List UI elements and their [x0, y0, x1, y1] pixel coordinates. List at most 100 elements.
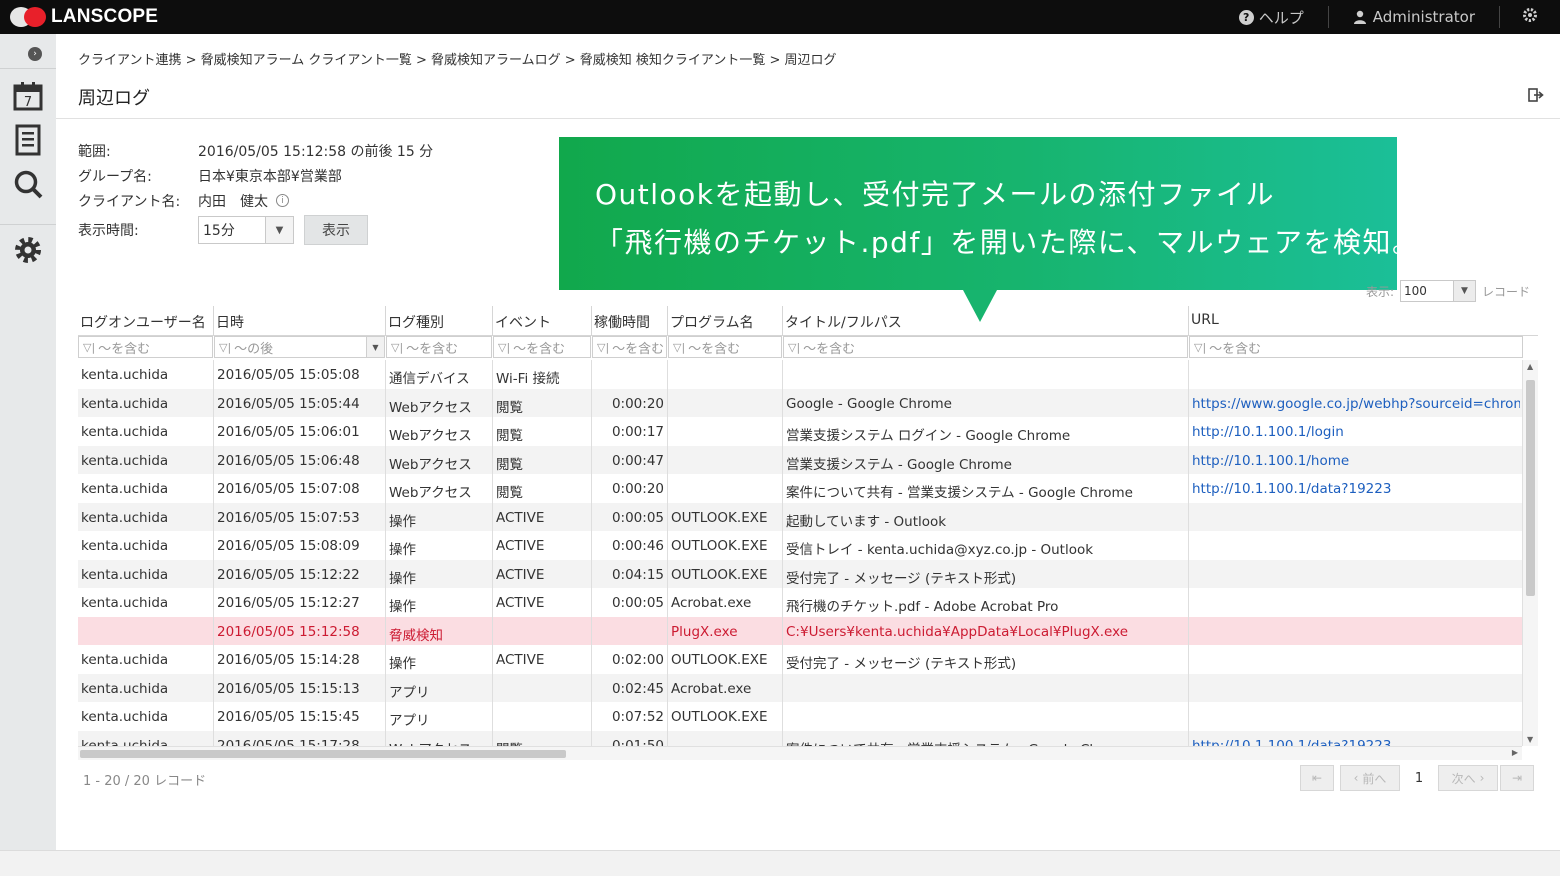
column-header-program[interactable]: プログラム名: [670, 312, 754, 332]
filter-input-program[interactable]: ▽| ～を含む: [668, 336, 782, 358]
column-header-user[interactable]: ログオンユーザー名: [80, 312, 206, 332]
table-row[interactable]: kenta.uchida 2016/05/05 15:07:53 操作 ACTIVE 0…: [78, 502, 1522, 531]
table-row[interactable]: kenta.uchida 2016/05/05 15:17:28 Webアクセス閲覧…: [78, 730, 1522, 747]
cell-datetime: 2016/05/05 15:08:09: [217, 538, 360, 554]
cell-datetime: 2016/05/05 15:14:28: [217, 652, 360, 668]
table-row[interactable]: kenta.uchida 2016/05/05 15:08:09 操作 ACTIVE 0…: [78, 531, 1522, 560]
chevron-down-icon[interactable]: ▼: [366, 337, 384, 357]
cell-datetime: 2016/05/05 15:06:01: [217, 424, 360, 440]
records-per-page: 表示: 100 ▼ レコード: [1366, 280, 1530, 302]
cell-logtype: 脅威検知: [389, 627, 443, 644]
filter-input-event[interactable]: ▽| ～を含む: [493, 336, 591, 358]
last-page-button[interactable]: ⇥: [1500, 765, 1534, 791]
settings-gear-icon[interactable]: [10, 232, 46, 268]
column-header-logtype[interactable]: ログ種別: [388, 312, 444, 332]
filter-input-url[interactable]: ▽| ～を含む: [1189, 336, 1523, 358]
cell-title: 起動しています - Outlook: [786, 513, 947, 530]
help-label: ヘルプ: [1258, 8, 1304, 27]
cell-datetime: 2016/05/05 15:12:22: [217, 566, 360, 583]
calendar-icon[interactable]: 7: [10, 78, 46, 114]
cell-event: 閲覧: [496, 485, 523, 501]
column-header-url[interactable]: URL: [1191, 312, 1219, 328]
table-row[interactable]: kenta.uchida 2016/05/05 15:07:08 Webアクセス 閲覧…: [78, 474, 1522, 503]
cell-url[interactable]: http://10.1.100.1/login: [1192, 424, 1520, 440]
breadcrumb[interactable]: クライアント連携 > 脅威検知アラーム クライアント一覧 > 脅威検知アラームロ…: [78, 49, 837, 68]
first-page-button[interactable]: ⇤: [1300, 765, 1334, 791]
cell-program: OUTLOOK.EXE: [671, 652, 768, 668]
table-row[interactable]: kenta.uchida 2016/05/05 15:06:01 Webアクセス 閲覧…: [78, 417, 1522, 446]
table-row[interactable]: kenta.uchida 2016/05/05 15:12:22 操作 ACTIVE 0…: [78, 559, 1522, 588]
next-page-button[interactable]: 次へ ›: [1438, 765, 1498, 791]
collapse-toggle-icon[interactable]: ›: [28, 47, 42, 61]
cell-datetime: 2016/05/05 15:05:44: [217, 395, 360, 412]
cell-event: ACTIVE: [496, 595, 545, 611]
cell-url[interactable]: http://10.1.100.1/data?19223: [1192, 738, 1520, 747]
user-name: Administrator: [1372, 8, 1475, 26]
callout-line-2: 「飛行機のチケット.pdf」を開いた際に、マルウェアを検知。: [595, 226, 1422, 259]
cell-program: OUTLOOK.EXE: [671, 709, 768, 725]
lanscope-logo[interactable]: LANSCOPE: [10, 6, 158, 28]
cell-url[interactable]: http://10.1.100.1/home: [1192, 453, 1520, 469]
filter-input-uptime[interactable]: ▽| ～を含む: [592, 336, 667, 358]
prev-page-button[interactable]: ‹ 前へ: [1340, 765, 1400, 791]
annotation-callout: Outlookを起動し、受付完了メールの添付ファイル 「飛行機のチケット.pdf…: [559, 137, 1420, 322]
cell-datetime: 2016/05/05 15:17:28: [217, 737, 360, 747]
settings-menu[interactable]: [1500, 7, 1560, 27]
column-header-title[interactable]: タイトル/フルパス: [785, 312, 902, 332]
cell-event: 閲覧: [496, 738, 588, 747]
table-body[interactable]: kenta.uchida 2016/05/05 15:05:08 通信デバイス Wi-…: [78, 360, 1522, 746]
cell-logtype: 通信デバイス: [389, 371, 470, 387]
cell-url[interactable]: http://10.1.100.1/data?19223: [1192, 481, 1520, 497]
column-header-datetime[interactable]: 日時: [216, 312, 244, 332]
table-row[interactable]: kenta.uchida 2016/05/05 15:05:08 通信デバイス Wi-…: [78, 360, 1522, 389]
callout-line-1: Outlookを起動し、受付完了メールの添付ファイル: [595, 178, 1276, 211]
table-row[interactable]: kenta.uchida 2016/05/05 15:12:27 操作 ACTIVE 0…: [78, 588, 1522, 617]
table-row[interactable]: kenta.uchida 2016/05/05 15:06:48 Webアクセス 閲覧…: [78, 445, 1522, 474]
vertical-scrollbar[interactable]: ▲ ▼: [1522, 360, 1538, 746]
chevron-down-icon: ▼: [265, 217, 293, 243]
filter-input-logtype[interactable]: ▽| ～を含む: [386, 336, 492, 358]
exit-icon[interactable]: [1528, 88, 1544, 106]
cell-uptime: 0:01:50: [611, 737, 664, 747]
horizontal-scrollbar[interactable]: ▶: [78, 746, 1522, 760]
cell-title: 受付完了 - メッセージ (テキスト形式): [786, 570, 1017, 587]
column-header-uptime[interactable]: 稼働時間: [594, 312, 650, 332]
filter-input-user[interactable]: ▽| ～を含む: [78, 336, 213, 358]
info-icon[interactable]: i: [276, 194, 289, 207]
cell-user: kenta.uchida: [81, 566, 169, 583]
help-link[interactable]: ? ヘルプ: [1215, 6, 1328, 28]
display-time-select[interactable]: 15分 ▼: [198, 216, 294, 244]
cell-uptime: 0:02:00: [611, 652, 664, 668]
current-page: 1: [1414, 770, 1424, 786]
column-header-event[interactable]: イベント: [495, 312, 551, 332]
user-menu[interactable]: Administrator: [1329, 6, 1499, 28]
cell-program: OUTLOOK.EXE: [671, 566, 768, 583]
cell-logtype: 操作: [389, 513, 416, 530]
table-row[interactable]: kenta.uchida 2016/05/05 15:14:28 操作 ACTIVE 0…: [78, 645, 1522, 674]
table-row[interactable]: kenta.uchida 2016/05/05 15:15:45 アプリ 0:07:5…: [78, 702, 1522, 731]
cell-user: kenta.uchida: [81, 538, 169, 554]
cell-event: ACTIVE: [496, 509, 545, 526]
log-list-icon[interactable]: [10, 122, 46, 158]
filter-input-datetime[interactable]: ▽| ～の後 ▼: [214, 336, 385, 358]
cell-uptime: 0:00:05: [611, 509, 664, 526]
cell-program: Acrobat.exe: [671, 680, 752, 697]
table-row[interactable]: kenta.uchida 2016/05/05 15:15:13 アプリ 0:02:4…: [78, 673, 1522, 702]
show-button[interactable]: 表示: [304, 215, 368, 245]
records-select[interactable]: 100 ▼: [1399, 280, 1476, 302]
group-value: 日本¥東京本部¥営業部: [198, 168, 342, 185]
cell-event: 閲覧: [496, 456, 523, 473]
cell-logtype: Webアクセス: [389, 738, 489, 747]
cell-title: C:¥Users¥kenta.uchida¥AppData¥Local¥Plug…: [786, 623, 1129, 640]
filter-icon: ▽|: [391, 340, 404, 354]
table-row[interactable]: kenta.uchida 2016/05/05 15:05:44 Webアクセス 閲覧…: [78, 388, 1522, 417]
cell-user: kenta.uchida: [81, 367, 169, 383]
cell-url[interactable]: https://www.google.co.jp/webhp?sourceid=…: [1192, 396, 1520, 412]
search-icon[interactable]: [10, 166, 46, 202]
cell-logtype: Webアクセス: [389, 428, 472, 444]
filter-input-title[interactable]: ▽| ～を含む: [783, 336, 1188, 358]
table-row-threat-alert[interactable]: 2016/05/05 15:12:58 脅威検知 PlugX.exe C:¥Users…: [78, 616, 1522, 645]
range-value: 2016/05/05 15:12:58 の前後 15 分: [198, 143, 434, 160]
cell-uptime: 0:00:46: [611, 538, 664, 554]
user-icon: [1353, 10, 1367, 24]
